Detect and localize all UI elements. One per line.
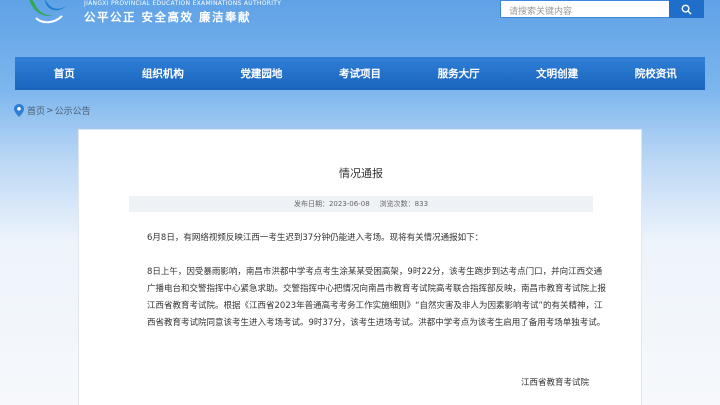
nav-item-party-building[interactable]: 党建园地 xyxy=(212,66,311,81)
breadcrumb: 首页 > 公示公告 xyxy=(14,104,91,117)
search-icon xyxy=(681,4,692,15)
site-header: JIANGXI PROVINCIAL EDUCATION EXAMINATION… xyxy=(0,0,720,56)
article-signature: 江西省教育考试院 xyxy=(520,378,589,388)
nav-item-home[interactable]: 首页 xyxy=(15,66,114,81)
site-slogan: 公平公正 安全高效 廉洁奉献 xyxy=(84,10,252,24)
article-title: 情况通报 xyxy=(339,167,383,180)
nav-item-exam-programs[interactable]: 考试项目 xyxy=(311,66,410,81)
breadcrumb-home[interactable]: 首页 xyxy=(27,104,45,117)
search-button[interactable] xyxy=(669,0,704,18)
nav-item-school-news[interactable]: 院校资讯 xyxy=(606,66,705,81)
nav-item-civilization[interactable]: 文明创建 xyxy=(508,66,607,81)
logo-icon[interactable] xyxy=(22,0,72,28)
view-count: 833 xyxy=(414,200,429,208)
nav-item-service-hall[interactable]: 服务大厅 xyxy=(409,66,508,81)
view-count-label: 浏览次数： xyxy=(379,200,415,208)
main-nav: 首页 组织机构 党建园地 考试项目 服务大厅 文明创建 院校资讯 xyxy=(15,57,705,90)
article-meta: 发布日期：2023-06-08 浏览次数：833 xyxy=(129,196,593,212)
article-paragraph-2: 8日上午，因受暴雨影响，南昌市洪都中学考点考生涂某某受困高架，9时22分，该考生… xyxy=(147,267,607,328)
publish-date-field: 发布日期：2023-06-08 xyxy=(294,199,370,209)
breadcrumb-separator: > xyxy=(46,105,54,116)
article-card: 情况通报 发布日期：2023-06-08 浏览次数：833 6月8日，有网络视频… xyxy=(78,129,642,405)
org-english-name: JIANGXI PROVINCIAL EDUCATION EXAMINATION… xyxy=(84,0,282,7)
publish-date-label: 发布日期： xyxy=(293,200,329,208)
location-pin-icon xyxy=(14,104,24,117)
view-count-field: 浏览次数：833 xyxy=(380,199,428,209)
nav-item-organization[interactable]: 组织机构 xyxy=(114,66,213,81)
publish-date: 2023-06-08 xyxy=(328,200,370,208)
search-input[interactable]: 请搜索关键内容 xyxy=(500,0,669,18)
breadcrumb-current[interactable]: 公示公告 xyxy=(55,104,91,117)
article-paragraph-1: 6月8日，有网络视频反映江西一考生迟到37分钟仍能进入考场。现将有关情况通报如下… xyxy=(147,233,484,243)
